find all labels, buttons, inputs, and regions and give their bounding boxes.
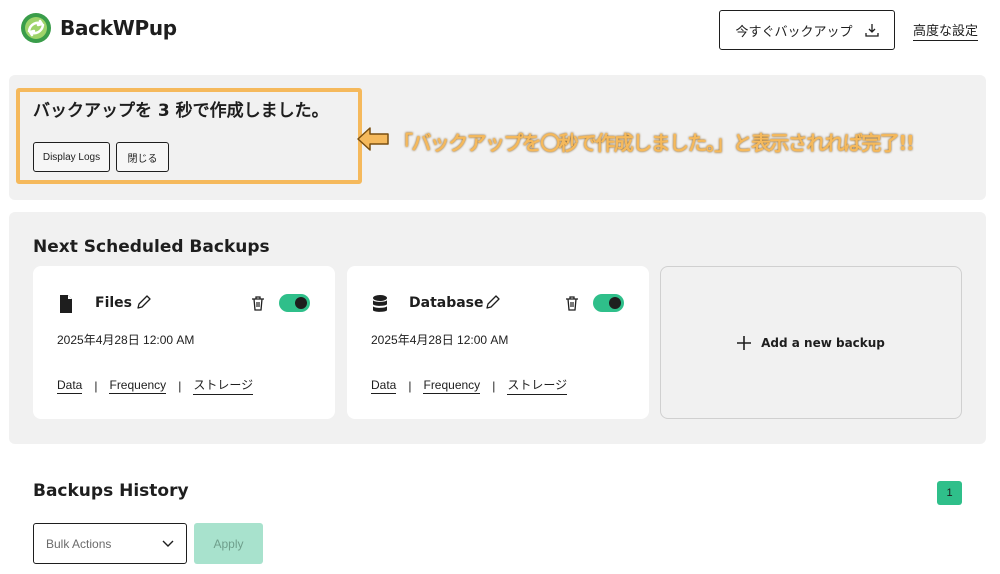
annotation-text: 「バックアップを〇秒で作成しました。」と表示されれば完了!! (393, 131, 915, 155)
link-separator: | (94, 378, 98, 393)
database-storage-link[interactable]: ストレージ (507, 376, 568, 395)
toggle-knob (295, 297, 307, 309)
files-data-link[interactable]: Data (57, 378, 83, 394)
scheduled-backups-title: Next Scheduled Backups (33, 237, 270, 257)
link-separator: | (178, 378, 182, 393)
database-data-link[interactable]: Data (371, 378, 397, 394)
pencil-icon[interactable] (136, 294, 152, 310)
database-next-run-date: 2025年4月28日 12:00 AM (371, 333, 509, 347)
plus-icon (737, 335, 752, 350)
backwpup-logo-icon (21, 13, 51, 43)
database-card-title: Database (409, 295, 484, 311)
bulk-actions-select[interactable]: Bulk Actions (33, 523, 187, 564)
arrow-left-icon (357, 127, 389, 151)
toggle-knob (609, 297, 621, 309)
files-frequency-link[interactable]: Frequency (109, 378, 167, 394)
pagination-page-1[interactable]: 1 (937, 481, 962, 505)
trash-icon[interactable] (251, 295, 265, 311)
download-icon (864, 24, 879, 37)
database-icon (373, 295, 387, 312)
backup-now-label: 今すぐバックアップ (735, 23, 853, 39)
database-backup-card: Database 2025年4月28日 12:00 AM Data | Freq… (347, 266, 649, 419)
pencil-icon[interactable] (485, 294, 501, 310)
files-card-links: Data | Frequency | ストレージ (57, 376, 254, 395)
backup-complete-message: バックアップを 3 秒で作成しました。 (33, 101, 329, 121)
backups-history-title: Backups History (33, 481, 189, 501)
files-schedule-toggle[interactable] (279, 294, 310, 312)
chevron-down-icon (162, 540, 174, 547)
database-schedule-toggle[interactable] (593, 294, 624, 312)
close-notice-button[interactable]: 閉じる (116, 142, 169, 172)
link-separator: | (408, 378, 412, 393)
database-frequency-link[interactable]: Frequency (423, 378, 481, 394)
files-storage-link[interactable]: ストレージ (193, 376, 254, 395)
link-separator: | (492, 378, 496, 393)
bulk-actions-label: Bulk Actions (46, 536, 112, 551)
app-logo[interactable]: BackWPup (20, 12, 177, 44)
advanced-settings-link[interactable]: 高度な設定 (913, 20, 979, 41)
display-logs-button[interactable]: Display Logs (33, 142, 110, 172)
apply-button[interactable]: Apply (194, 523, 263, 564)
backup-now-button[interactable]: 今すぐバックアップ (719, 10, 895, 50)
trash-icon[interactable] (565, 295, 579, 311)
files-next-run-date: 2025年4月28日 12:00 AM (57, 333, 195, 347)
files-card-title: Files (95, 295, 132, 311)
add-new-backup-button[interactable]: Add a new backup (660, 266, 962, 419)
add-new-backup-label: Add a new backup (761, 335, 885, 350)
file-icon (60, 295, 72, 313)
files-backup-card: Files 2025年4月28日 12:00 AM Data | Frequen… (33, 266, 335, 419)
database-card-links: Data | Frequency | ストレージ (371, 376, 568, 395)
app-name: BackWPup (60, 16, 177, 40)
